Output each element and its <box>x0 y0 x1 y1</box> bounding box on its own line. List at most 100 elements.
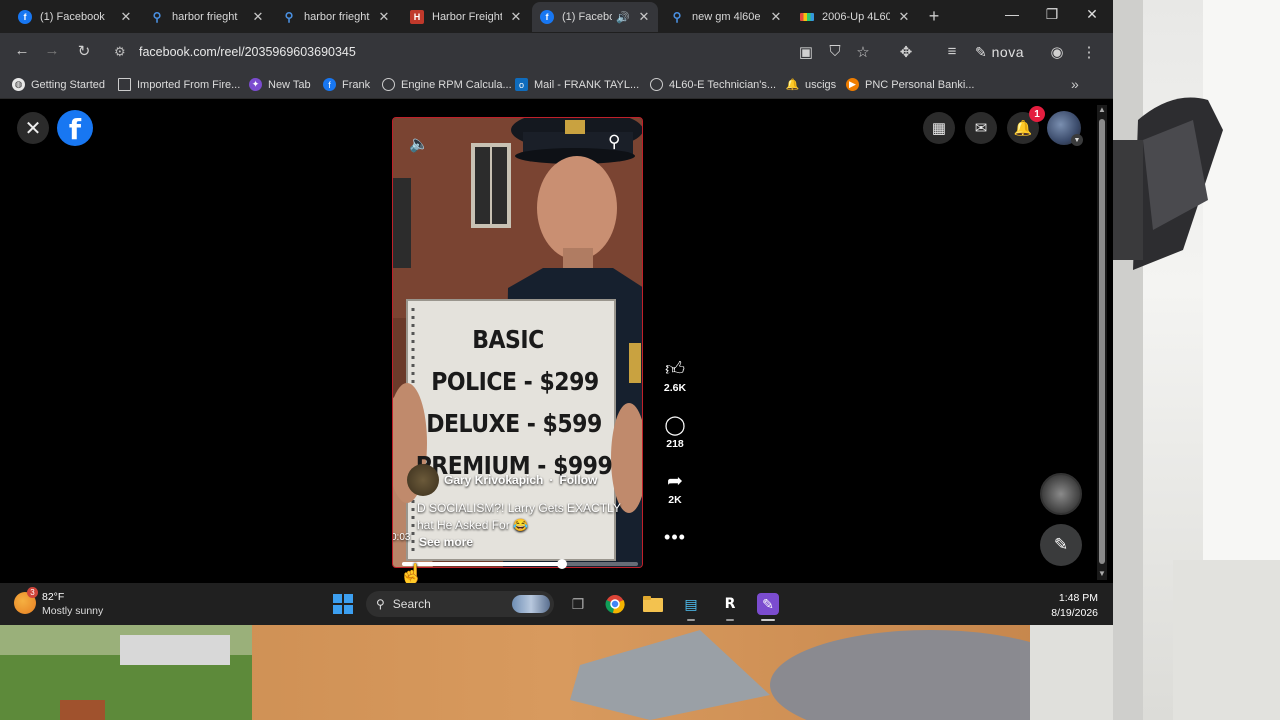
site-info-icon[interactable]: ⚙ <box>114 44 126 60</box>
tab-harbor-search-2[interactable]: ⚲ harbor frieght ✕ <box>274 2 398 32</box>
more-bookmarks-icon[interactable]: » <box>1071 76 1079 92</box>
bookmark-pnc[interactable]: ▶ PNC Personal Banki... <box>846 78 974 91</box>
bookmark-label: New Tab <box>268 78 311 91</box>
task-view-icon[interactable]: ❐ <box>567 593 589 615</box>
clock-date: 8/19/2026 <box>1051 607 1098 619</box>
next-reel-thumbnail[interactable] <box>1040 473 1082 515</box>
profile-icon[interactable]: ◉ <box>1047 43 1067 61</box>
bookmark-getting-started[interactable]: ◍ Getting Started <box>12 78 105 91</box>
see-more-link[interactable]: See more <box>419 535 473 549</box>
media-icon[interactable]: ≡ <box>942 43 962 60</box>
bookmark-engine-rpm[interactable]: Engine RPM Calcula... <box>382 78 512 91</box>
cast-icon[interactable]: ▣ <box>796 43 816 61</box>
bell-icon: 🔔 <box>785 79 800 91</box>
more-options-icon[interactable]: ••• <box>659 527 691 548</box>
restore-icon[interactable]: ❐ <box>1042 6 1062 23</box>
tab-title: harbor frieght <box>304 11 370 23</box>
follow-button[interactable]: Follow <box>559 473 597 487</box>
caption-line: D SOCIALISM?! Larry Gets EXACTLY <box>417 501 621 515</box>
scroll-down-icon[interactable]: ▼ <box>1097 569 1107 578</box>
close-tab-icon[interactable]: ✕ <box>120 9 132 25</box>
new-tab-icon[interactable]: + <box>924 6 944 27</box>
tab-gm-search[interactable]: ⚲ new gm 4l60e ✕ <box>662 2 790 32</box>
app-icon-r[interactable]: R <box>719 593 741 615</box>
bookmark-label: uscigs <box>805 78 837 91</box>
bookmark-imported[interactable]: Imported From Fire... <box>118 78 240 91</box>
facebook-logo[interactable]: f <box>57 110 93 146</box>
author-avatar[interactable] <box>407 464 439 496</box>
back-icon[interactable]: ← <box>12 42 32 59</box>
share-icon: ➦ <box>667 471 683 492</box>
active-indicator <box>761 619 775 621</box>
close-reel-button[interactable]: ✕ <box>17 112 49 144</box>
browser-window: f (1) Facebook ✕ ⚲ harbor frieght ✕ ⚲ ha… <box>0 0 1113 586</box>
page-scrollbar[interactable]: ▲ ▼ <box>1097 105 1107 580</box>
weather-condition[interactable]: Mostly sunny <box>42 605 103 617</box>
address-bar[interactable]: facebook.com/reel/2035969603690345 <box>139 45 356 59</box>
speaker-icon[interactable]: 🔊 <box>616 11 630 24</box>
tab-4l60[interactable]: 2006-Up 4L60 ✕ <box>792 2 918 32</box>
chrome-icon[interactable] <box>604 593 626 615</box>
room-background-bottom <box>0 625 1113 720</box>
search-highlight-image <box>512 595 550 613</box>
bookmark-label: Getting Started <box>31 78 105 91</box>
forward-icon[interactable]: → <box>42 42 62 59</box>
bookmark-frank[interactable]: f Frank <box>323 78 370 91</box>
create-post-icon[interactable]: ✎ <box>1040 524 1082 566</box>
tab-harbor-search-1[interactable]: ⚲ harbor frieght ✕ <box>142 2 272 32</box>
file-explorer-icon[interactable] <box>642 593 664 615</box>
reel-author[interactable]: Gary Krivokapich · Follow <box>407 464 597 496</box>
reel-caption: D SOCIALISM?! Larry Gets EXACTLY hat He … <box>417 500 627 534</box>
nova-app-icon[interactable]: ✎ <box>757 593 779 615</box>
close-tab-icon[interactable]: ✕ <box>252 9 264 25</box>
tab-facebook-1[interactable]: f (1) Facebook ✕ <box>10 2 140 32</box>
close-tab-icon[interactable]: ✕ <box>638 9 650 25</box>
bookmark-mail[interactable]: o Mail - FRANK TAYL... <box>515 78 639 91</box>
bookmark-new-tab[interactable]: ✦ New Tab <box>249 78 311 91</box>
menu-icon[interactable]: ⋮ <box>1079 43 1099 61</box>
reel-video[interactable]: BASIC POLICE - $299 DELUXE - $599 PREMIU… <box>392 117 643 568</box>
comment-button[interactable]: ◯ 218 <box>659 414 691 450</box>
tab-title: 2006-Up 4L60 <box>822 11 890 23</box>
tab-title: (1) Facebook <box>40 11 105 23</box>
start-button[interactable] <box>333 594 353 614</box>
volume-icon[interactable]: 🔈 <box>409 134 429 154</box>
nova-extension[interactable]: ✎ nova <box>975 44 1024 61</box>
sign-line-basic: BASIC <box>472 326 544 355</box>
bookmark-label: Imported From Fire... <box>137 78 241 91</box>
bookmark-4l60[interactable]: 4L60-E Technician's... <box>650 78 776 91</box>
tab-title: Harbor Freight <box>432 11 502 23</box>
scroll-up-icon[interactable]: ▲ <box>1097 105 1107 114</box>
screen: f (1) Facebook ✕ ⚲ harbor frieght ✕ ⚲ ha… <box>0 0 1280 720</box>
close-tab-icon[interactable]: ✕ <box>378 9 390 25</box>
apps-menu-icon[interactable]: ▦ <box>923 112 955 144</box>
globe-icon <box>382 78 395 91</box>
scrollbar-thumb[interactable] <box>1099 119 1105 564</box>
like-button[interactable]: 👍︎ 2.6K <box>659 358 691 394</box>
close-tab-icon[interactable]: ✕ <box>898 9 910 25</box>
messenger-icon[interactable]: ✉ <box>965 112 997 144</box>
app-icon-blue[interactable]: ▤ <box>680 593 702 615</box>
tab-facebook-active[interactable]: f (1) Facebo 🔊 ✕ <box>532 2 658 32</box>
reload-icon[interactable]: ↻ <box>74 42 94 60</box>
weather-temperature[interactable]: 82°F <box>42 591 64 603</box>
globe-icon <box>650 78 663 91</box>
shield-icon[interactable]: ⛉ <box>825 43 845 60</box>
extensions-icon[interactable]: ✥ <box>896 43 916 61</box>
share-count: 2K <box>668 494 682 506</box>
running-indicator <box>687 619 695 621</box>
author-name[interactable]: Gary Krivokapich <box>444 473 543 487</box>
bookmark-uscigs[interactable]: 🔔 uscigs <box>785 78 837 92</box>
video-progress-bar[interactable] <box>402 559 638 569</box>
share-button[interactable]: ➦ 2K <box>659 470 691 506</box>
taskbar-search[interactable]: ⚲ Search <box>366 591 554 617</box>
close-tab-icon[interactable]: ✕ <box>770 9 782 25</box>
minimize-icon[interactable]: — <box>1002 6 1022 22</box>
tab-harbor-freight[interactable]: H Harbor Freight ✕ <box>402 2 530 32</box>
system-clock[interactable]: 1:48 PM 8/19/2026 <box>1030 591 1098 621</box>
bookmark-star-icon[interactable]: ☆ <box>853 43 873 61</box>
close-tab-icon[interactable]: ✕ <box>510 9 522 25</box>
search-icon[interactable]: ⚲ <box>608 132 620 152</box>
close-window-icon[interactable]: ✕ <box>1082 6 1102 23</box>
chevron-down-icon[interactable]: ▼ <box>1071 134 1083 146</box>
